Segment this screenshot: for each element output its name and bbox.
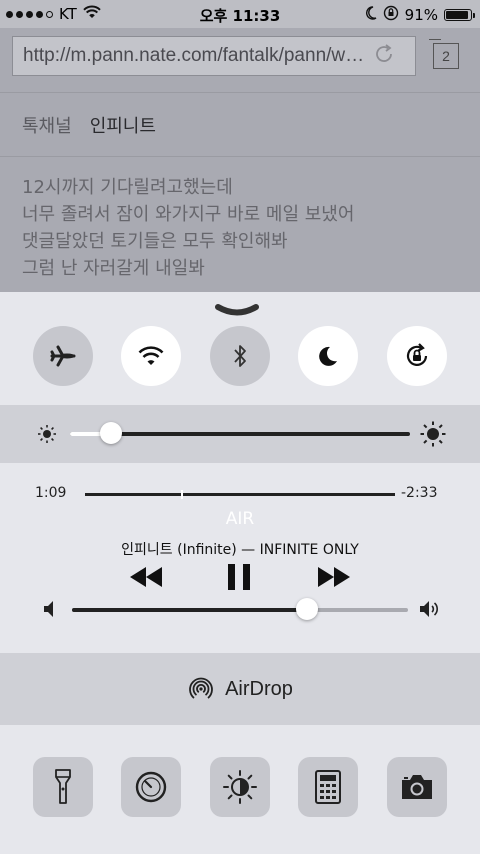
timer-button[interactable] [121,757,181,817]
playback-progress[interactable] [85,490,395,499]
browser-page: http://m.pann.nate.com/fantalk/pann/w… 2… [0,28,480,292]
reload-icon[interactable] [372,42,396,71]
airdrop-button[interactable]: AirDrop [0,653,480,725]
rewind-icon[interactable] [128,559,164,595]
post-line: 너무 졸려서 잠이 와가지구 바로 메일 보냈어 [22,204,355,225]
night-shift-button[interactable] [210,757,270,817]
moon-icon [319,346,337,366]
post-line: 댓글달았던 토기들은 모두 확인해봐 [22,231,288,252]
camera-icon [402,775,432,799]
playback-position [181,490,184,499]
brightness-knob[interactable] [99,422,122,444]
bluetooth-toggle[interactable] [210,326,270,386]
breadcrumb-current[interactable]: 인피니트 [90,116,156,137]
control-center: 1:09 -2:33 AIR 인피니트 (Infinite) — INFINIT… [0,292,480,854]
airplane-icon [50,345,76,367]
elapsed-time: 1:09 [35,485,67,501]
transport-controls [0,559,480,595]
now-playing-section: 1:09 -2:33 AIR 인피니트 (Infinite) — INFINIT… [0,463,480,653]
volume-fill [72,608,308,612]
divider [0,92,480,93]
battery-percent: 91% [404,6,438,24]
rotation-lock-icon [406,343,428,366]
status-bar: KT 오후 11:33 91% [0,0,480,28]
volume-high-icon [420,601,439,617]
status-right: 91% [365,5,475,25]
airdrop-section: AirDrop [0,653,480,725]
song-title[interactable]: AIR [0,509,480,529]
grabber-icon[interactable] [212,302,262,318]
camera-button[interactable] [387,757,447,817]
volume-low-icon [44,601,53,617]
artist-album[interactable]: 인피니트 (Infinite) — INFINITE ONLY [0,539,480,559]
brightness-section [0,405,480,463]
night-shift-icon [223,770,257,804]
breadcrumb-section[interactable]: 톡채널 [22,116,72,137]
airplane-mode-toggle[interactable] [33,326,93,386]
timer-icon [135,771,167,803]
pause-icon[interactable] [226,559,254,595]
wifi-toggle[interactable] [121,326,181,386]
remaining-time: -2:33 [401,485,438,501]
rotation-lock-icon [383,5,399,25]
post-body: 12시까지 기다릴려고했는데 너무 졸려서 잠이 와가지구 바로 메일 보냈어 … [22,174,354,282]
wifi-icon [138,346,164,365]
airdrop-label: AirDrop [225,677,293,700]
battery-icon [444,9,475,21]
flashlight-icon [55,769,71,804]
calculator-button[interactable] [298,757,358,817]
shortcuts-section [0,725,480,854]
tab-count-button[interactable]: 2 [429,39,459,69]
volume-knob[interactable] [296,598,319,620]
flashlight-button[interactable] [33,757,93,817]
volume-slider[interactable] [72,608,408,612]
rotation-lock-toggle[interactable] [387,326,447,386]
toggles-section [0,292,480,405]
post-line: 12시까지 기다릴려고했는데 [22,177,233,198]
fast-forward-icon[interactable] [316,559,352,595]
divider [0,156,480,157]
brightness-high-icon [420,421,446,447]
url-text: http://m.pann.nate.com/fantalk/pann/w… [23,45,365,66]
moon-icon [365,6,377,24]
post-line: 그럼 난 자러갈게 내일봐 [22,258,205,279]
calculator-icon [315,770,341,804]
url-bar[interactable]: http://m.pann.nate.com/fantalk/pann/w… [12,36,416,76]
brightness-low-icon [38,425,56,443]
do-not-disturb-toggle[interactable] [298,326,358,386]
airdrop-icon [189,677,213,699]
bluetooth-icon [234,345,246,367]
breadcrumb: 톡채널 인피니트 [22,112,156,138]
